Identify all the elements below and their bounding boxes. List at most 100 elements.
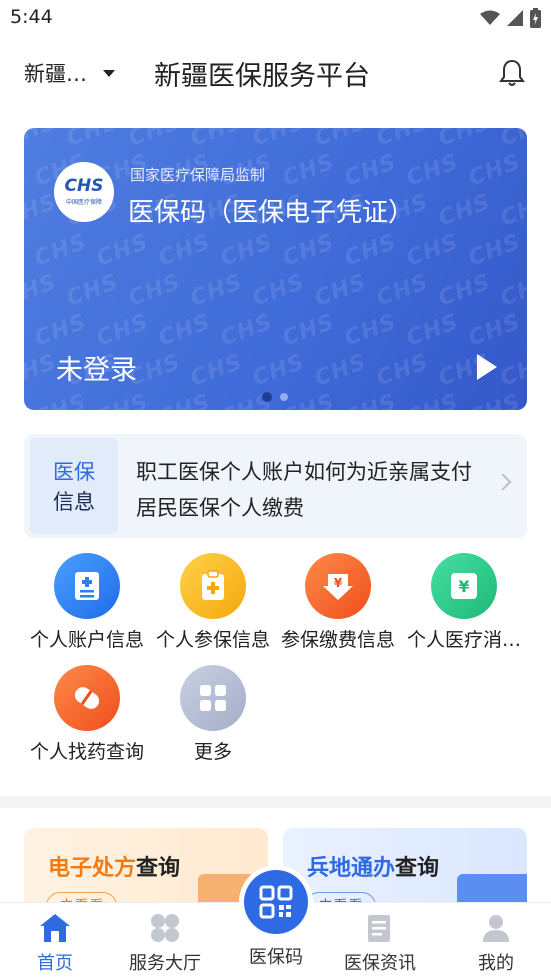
page-title: 新疆医保服务平台 (154, 61, 370, 92)
service-medical-consumption[interactable]: ¥ 个人医疗消… (401, 553, 527, 652)
watermark-logo: CHS (279, 149, 339, 192)
tab-label-code[interactable]: 医保码 (235, 943, 317, 969)
watermark-logo: CHS (155, 229, 215, 272)
watermark-logo: CHS (341, 390, 400, 410)
promo-highlight: 兵地通办 (307, 856, 396, 881)
promo-rest: 查询 (136, 856, 181, 881)
service-label: 个人参保信息 (155, 629, 270, 651)
battery-icon (530, 8, 541, 28)
insurance-news-card[interactable]: 医保 信息 职工医保个人账户如何为近亲属支付居民医保个人缴费 (24, 434, 527, 538)
service-insurance-info[interactable]: 个人参保信息 (150, 553, 276, 652)
insurance-code-fab[interactable] (239, 865, 313, 939)
tab-label: 首页 (37, 953, 73, 974)
status-time: 5:44 (10, 6, 53, 28)
news-icon (363, 911, 397, 945)
promo-title: 兵地通办查询 (307, 850, 439, 882)
watermark-logo: CHS (465, 309, 525, 352)
watermark-logo: CHS (465, 229, 525, 272)
svg-text:¥: ¥ (458, 577, 469, 596)
watermark-logo: CHS (435, 189, 495, 232)
watermark-logo: CHS (279, 229, 339, 272)
watermark-logo: CHS (217, 309, 277, 352)
section-divider (0, 796, 551, 808)
carousel-dot-active (262, 392, 272, 402)
logo-subtext: 中国医疗保障 (65, 199, 102, 206)
watermark-logo: CHS (63, 128, 123, 152)
watermark-logo: CHS (403, 149, 463, 192)
chevron-right-icon (494, 473, 512, 491)
watermark-logo: CHS (31, 309, 91, 352)
watermark-logo: CHS (403, 390, 462, 410)
watermark-logo: CHS (63, 269, 123, 312)
home-icon (38, 911, 72, 945)
tab-label: 服务大厅 (129, 953, 201, 974)
service-label: 个人找药查询 (29, 741, 144, 763)
payment-icon: ¥ (305, 553, 371, 619)
login-status[interactable]: 未登录 (56, 348, 137, 387)
status-icons (480, 8, 541, 28)
tab-news[interactable]: 医保资讯 (340, 911, 420, 975)
watermark-logo: CHS (403, 309, 463, 352)
watermark-logo: CHS (249, 349, 309, 392)
signal-icon (507, 10, 523, 26)
promo-title: 电子处方查询 (48, 850, 180, 882)
service-account-info[interactable]: 个人账户信息 (24, 553, 150, 652)
service-more[interactable]: 更多 (150, 665, 276, 764)
watermark-logo: CHS (155, 309, 215, 352)
chevron-down-icon (103, 69, 115, 77)
watermark-logo: CHS (187, 269, 247, 312)
services-grid-icon (148, 911, 182, 945)
qr-code-icon (244, 870, 308, 934)
banner-supervisor: 国家医疗保障局监制 (130, 166, 266, 184)
watermark-logo: CHS (31, 229, 91, 272)
watermark-logo: CHS (435, 269, 495, 312)
watermark-logo: CHS (24, 128, 61, 152)
watermark-logo: CHS (187, 128, 247, 152)
service-label: 个人医疗消… (406, 629, 521, 651)
watermark-logo: CHS (24, 349, 61, 392)
play-arrow-icon[interactable] (477, 354, 497, 380)
user-icon (479, 911, 513, 945)
service-label: 更多 (193, 741, 232, 763)
carousel-indicator (262, 392, 288, 402)
watermark-logo: CHS (403, 229, 463, 272)
watermark-logo: CHS (341, 229, 401, 272)
app-header: 新疆… 新疆医保服务平台 (0, 36, 551, 112)
watermark-logo: CHS (497, 269, 527, 312)
watermark-logo: CHS (341, 309, 401, 352)
watermark-logo: CHS (311, 128, 371, 152)
logo-text: CHS (64, 176, 104, 196)
status-bar: 5:44 (0, 0, 551, 36)
info-tag-line1: 医保 (53, 460, 95, 484)
watermark-logo: CHS (311, 269, 371, 312)
service-find-medicine[interactable]: 个人找药查询 (24, 665, 150, 764)
medicine-icon (54, 665, 120, 731)
watermark-logo: CHS (279, 309, 339, 352)
watermark-logo: CHS (249, 128, 309, 152)
insurance-code-banner[interactable]: CHS CHS CHS CHS CHS CHS CHS CHS CHS CHS CHS CHS CHS C… (24, 128, 527, 410)
watermark-logo: CHS (187, 349, 247, 392)
watermark-logo: CHS (497, 189, 527, 232)
watermark-logo: CHS (125, 128, 185, 152)
promo-rest: 查询 (395, 856, 440, 881)
watermark-logo: CHS (311, 349, 371, 392)
watermark-logo: CHS (217, 229, 277, 272)
service-label: 个人账户信息 (29, 629, 144, 651)
region-selector[interactable]: 新疆… (24, 58, 115, 88)
tab-services[interactable]: 服务大厅 (125, 911, 205, 975)
watermark-logo: CHS (341, 149, 401, 192)
more-icon (180, 665, 246, 731)
watermark-logo: CHS (93, 229, 153, 272)
bell-icon[interactable] (497, 58, 527, 88)
chs-logo: CHS 中国医疗保障 (54, 162, 114, 222)
tab-label: 医保资讯 (344, 953, 416, 974)
promo-highlight: 电子处方 (48, 856, 137, 881)
watermark-logo: CHS (465, 149, 525, 192)
service-payment-info[interactable]: ¥ 参保缴费信息 (275, 553, 401, 652)
watermark-logo: CHS (155, 390, 214, 410)
region-label: 新疆… (24, 62, 87, 86)
tab-home[interactable]: 首页 (15, 911, 95, 975)
info-tag: 医保 信息 (30, 438, 118, 534)
watermark-logo: CHS (373, 128, 433, 152)
tab-mine[interactable]: 我的 (456, 911, 536, 975)
